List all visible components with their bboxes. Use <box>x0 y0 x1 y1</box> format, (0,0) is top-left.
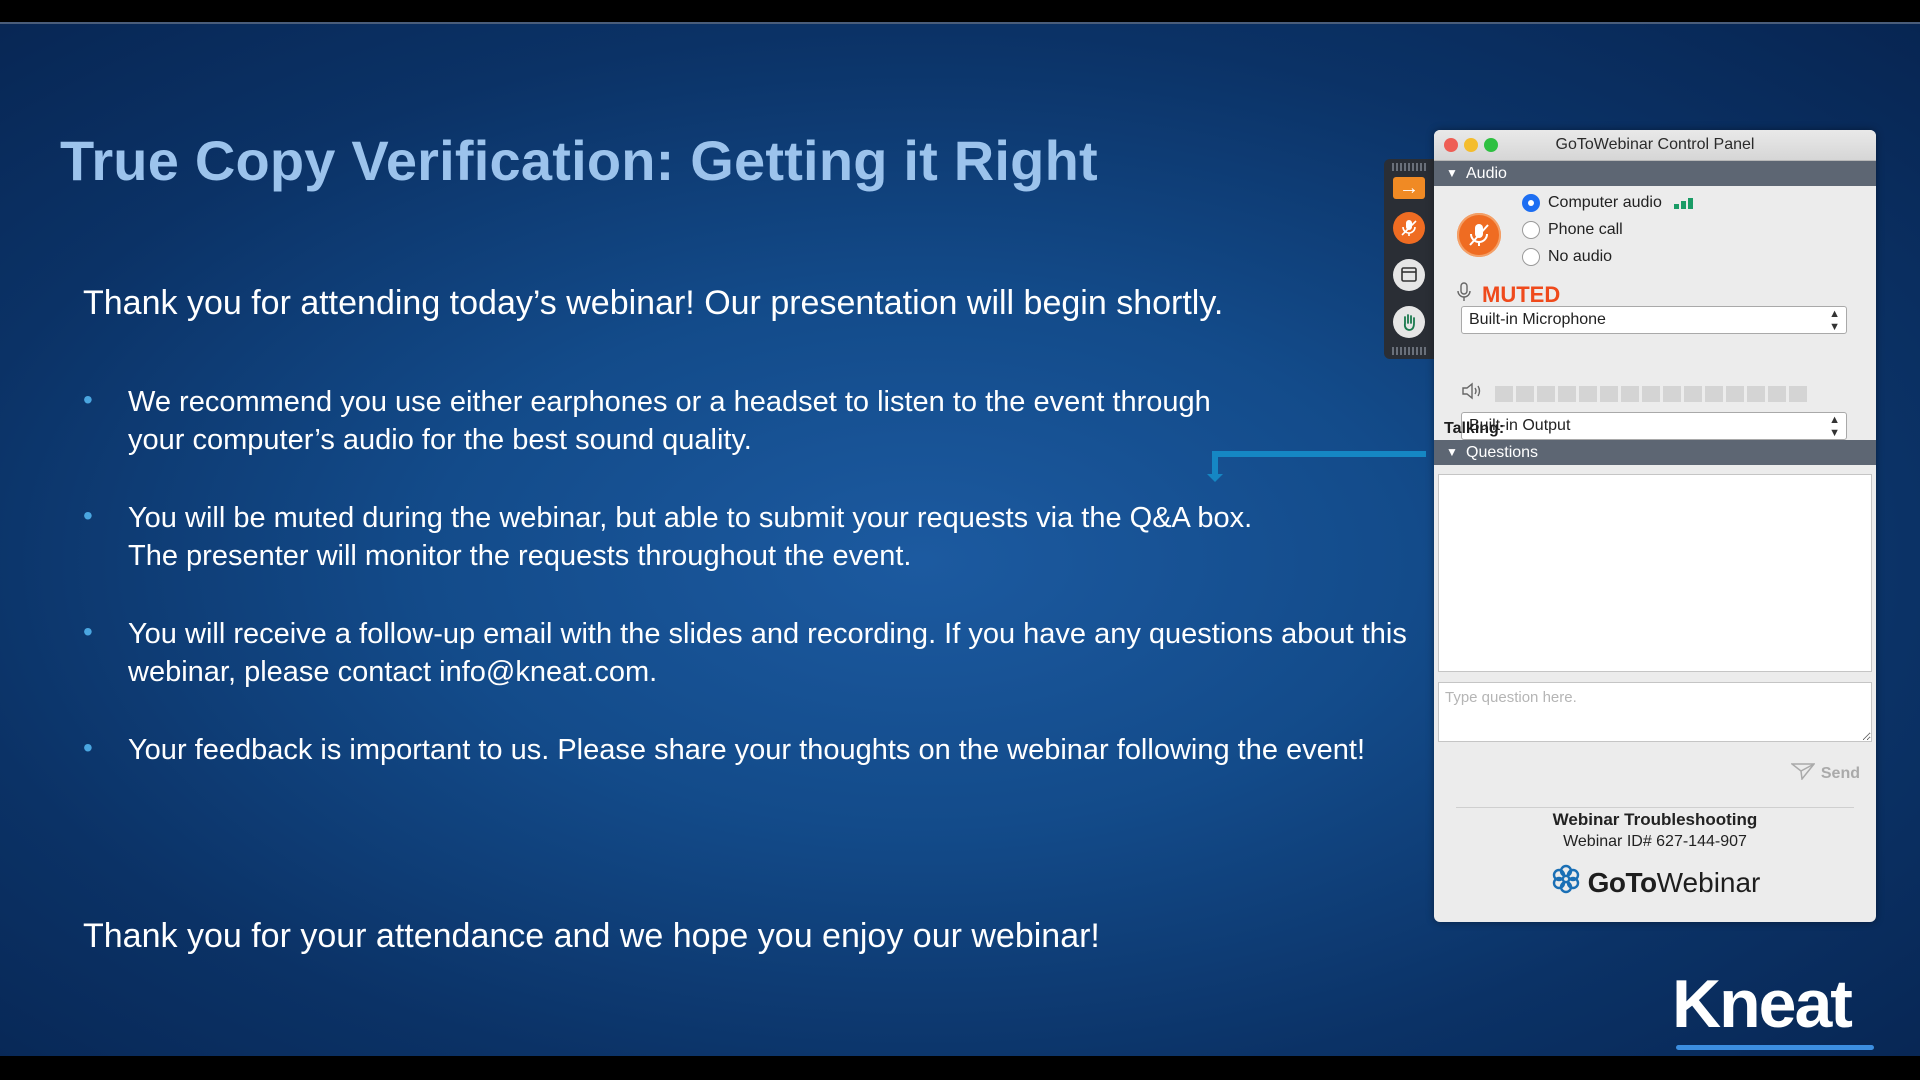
slide-intro: Thank you for attending today’s webinar!… <box>83 284 1224 322</box>
select-arrows-icon: ▲ ▼ <box>1829 414 1840 439</box>
bullet-dot: • <box>83 732 93 763</box>
mute-toggle-button[interactable] <box>1457 213 1501 257</box>
raise-hand-icon[interactable] <box>1393 306 1425 338</box>
questions-log[interactable] <box>1438 474 1872 672</box>
window-titlebar[interactable]: GoToWebinar Control Panel <box>1434 130 1876 161</box>
toolbar-grip[interactable] <box>1392 163 1426 171</box>
questions-section-header[interactable]: ▼ Questions <box>1434 440 1876 465</box>
connector-arrow <box>1207 474 1223 482</box>
send-button[interactable]: Send <box>1789 762 1860 785</box>
output-level-meter <box>1461 382 1807 405</box>
audio-option-label: No audio <box>1548 248 1613 265</box>
bullet-list: • We recommend you use either earphones … <box>83 383 1423 809</box>
speaker-icon <box>1461 382 1485 405</box>
brand-webinar: Webinar <box>1656 866 1761 898</box>
output-select[interactable]: Built-in Output ▲ ▼ <box>1461 412 1847 440</box>
troubleshooting-link[interactable]: Webinar Troubleshooting <box>1434 810 1876 830</box>
microphone-icon[interactable] <box>1393 212 1425 244</box>
send-label: Send <box>1820 764 1860 782</box>
top-border <box>0 0 1920 24</box>
bullet-item: • Your feedback is important to us. Plea… <box>83 731 1423 769</box>
bullet-dot: • <box>83 616 93 647</box>
bullet-line: your computer’s audio for the best sound… <box>128 424 752 456</box>
select-arrows-icon: ▲ ▼ <box>1829 308 1840 333</box>
kneat-logo: Kneat <box>1672 966 1853 1042</box>
connector-line <box>1212 451 1426 457</box>
slide-title: True Copy Verification: Getting it Right <box>60 129 1098 192</box>
control-panel-window: GoToWebinar Control Panel ▼ Audio Comput… <box>1434 130 1876 922</box>
audio-option-computer[interactable]: Computer audio <box>1522 192 1693 214</box>
gotowebinar-logo: GoToWebinar <box>1434 863 1876 902</box>
collapse-triangle-icon: ▼ <box>1446 445 1458 459</box>
muted-label: MUTED <box>1482 281 1561 307</box>
bullet-line: webinar, please contact info@kneat.com. <box>128 656 658 688</box>
microphone-icon <box>1456 281 1472 308</box>
signal-strength-icon <box>1673 197 1693 209</box>
slide-closing: Thank you for your attendance and we hop… <box>83 917 1100 955</box>
bottom-border <box>0 1056 1920 1080</box>
audio-panel: Computer audio Phone call No audio MUTED… <box>1434 186 1876 440</box>
bullet-line: The presenter will monitor the requests … <box>128 540 912 572</box>
bullet-line: You will be muted during the webinar, bu… <box>128 502 1253 534</box>
bullet-item: • You will be muted during the webinar, … <box>83 499 1423 575</box>
collapse-triangle-icon: ▼ <box>1446 166 1458 180</box>
divider <box>1456 807 1854 808</box>
flower-logo-icon <box>1550 863 1582 902</box>
mute-status: MUTED <box>1456 281 1560 308</box>
microphone-select-value: Built-in Microphone <box>1469 311 1606 328</box>
bullet-item: • We recommend you use either earphones … <box>83 383 1423 459</box>
audio-section-header[interactable]: ▼ Audio <box>1434 161 1876 186</box>
toolbar-grip[interactable] <box>1392 347 1426 355</box>
bullet-line: You will receive a follow-up email with … <box>128 618 1407 650</box>
brand-goto: GoTo <box>1587 866 1658 898</box>
bullet-dot: • <box>83 500 93 531</box>
screen-icon[interactable] <box>1393 259 1425 291</box>
question-input[interactable] <box>1438 682 1872 742</box>
webinar-id: Webinar ID# 627-144-907 <box>1563 833 1747 850</box>
audio-option-none[interactable]: No audio <box>1522 246 1612 268</box>
audio-option-phone[interactable]: Phone call <box>1522 219 1623 241</box>
kneat-logo-underline <box>1676 1045 1874 1050</box>
audio-section-label: Audio <box>1466 165 1507 182</box>
radio-button[interactable] <box>1522 248 1540 266</box>
send-icon <box>1789 762 1816 785</box>
questions-section-label: Questions <box>1466 444 1539 461</box>
audio-option-label: Phone call <box>1548 221 1623 238</box>
radio-button[interactable] <box>1522 221 1540 239</box>
bullet-item: • You will receive a follow-up email wit… <box>83 615 1423 691</box>
bullet-line: Your feedback is important to us. Please… <box>128 734 1366 766</box>
talking-label: Talking: <box>1444 420 1505 437</box>
bullet-line: We recommend you use either earphones or… <box>128 386 1211 418</box>
webinar-toolbar: → <box>1384 159 1434 359</box>
bullet-dot: • <box>83 384 93 415</box>
microphone-select[interactable]: Built-in Microphone ▲ ▼ <box>1461 306 1847 334</box>
audio-option-label: Computer audio <box>1548 194 1662 211</box>
arrow-right-icon[interactable]: → <box>1393 177 1425 199</box>
radio-button[interactable] <box>1522 194 1540 212</box>
window-title: GoToWebinar Control Panel <box>1555 136 1755 153</box>
level-bar <box>1495 385 1807 402</box>
